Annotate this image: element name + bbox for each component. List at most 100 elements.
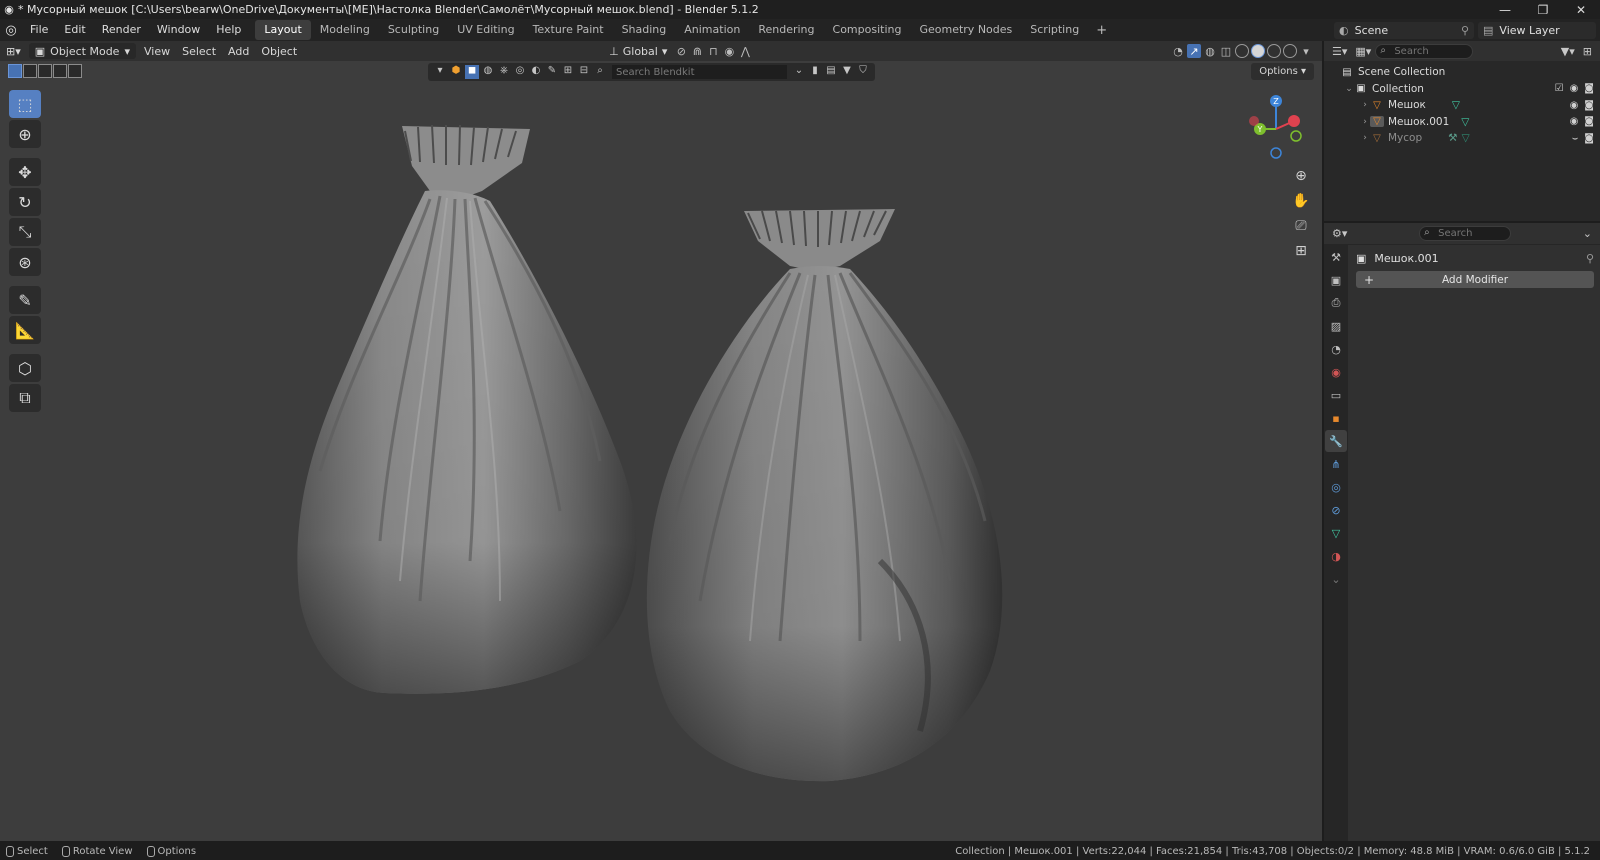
constraints-tab-icon[interactable]: ⊘ xyxy=(1325,499,1347,521)
orientation-selector[interactable]: ⊥ Global ▾ xyxy=(603,43,673,59)
tab-sculpting[interactable]: Sculpting xyxy=(379,20,448,40)
menu-view[interactable]: View xyxy=(138,43,176,59)
tab-animation[interactable]: Animation xyxy=(675,20,749,40)
menu-select[interactable]: Select xyxy=(176,43,222,59)
select-mode-intersect-icon[interactable] xyxy=(68,64,82,78)
snap-icon[interactable]: ⋒ xyxy=(690,44,704,58)
add-workspace-button[interactable]: + xyxy=(1088,23,1115,38)
annotate-tool-icon[interactable]: ✎ xyxy=(9,286,41,314)
wireframe-shading-icon[interactable] xyxy=(1235,44,1249,58)
physics-tab-icon[interactable]: ◎ xyxy=(1325,476,1347,498)
menu-render[interactable]: Render xyxy=(94,19,149,41)
mesh-data-tab-icon[interactable]: ▽ xyxy=(1325,522,1347,544)
gizmo-toggle-icon[interactable]: ↗ xyxy=(1187,44,1201,58)
tool-tab-icon[interactable]: ⚒ xyxy=(1325,246,1347,268)
pin-icon[interactable]: ⚲ xyxy=(1461,24,1469,37)
rotate-tool-icon[interactable]: ↻ xyxy=(9,188,41,216)
outliner-search-input[interactable] xyxy=(1375,43,1474,59)
layout-icon[interactable]: ▤ xyxy=(824,65,838,79)
snap-target-icon[interactable]: ⊓ xyxy=(706,44,720,58)
menu-edit[interactable]: Edit xyxy=(56,19,93,41)
eye-closed-icon[interactable]: ⌣ xyxy=(1572,133,1579,144)
addon-asset-icon[interactable]: ⊞ xyxy=(561,65,575,79)
select-mode-subtract-icon[interactable] xyxy=(38,64,52,78)
checkbox-icon[interactable]: ☑ xyxy=(1555,83,1564,94)
printable-asset-icon[interactable]: ⎈ xyxy=(497,65,511,79)
editor-type-button[interactable]: ⊞▾ xyxy=(0,43,27,59)
axis-x-handle[interactable] xyxy=(1288,115,1300,127)
menu-object[interactable]: Object xyxy=(255,43,303,59)
shield-icon[interactable]: ⛉ xyxy=(856,65,870,79)
properties-search-input[interactable] xyxy=(1419,226,1512,241)
scene-asset-icon[interactable]: ◎ xyxy=(513,65,527,79)
material-asset-icon[interactable]: ◍ xyxy=(481,65,495,79)
chevron-down-icon[interactable]: ⌄ xyxy=(1344,84,1354,94)
pivot-icon[interactable]: ⊘ xyxy=(674,44,688,58)
collection-tab-icon[interactable]: ▭ xyxy=(1325,384,1347,406)
chevron-down-icon[interactable]: ⌄ xyxy=(1583,227,1592,240)
blendkit-search-input[interactable] xyxy=(612,65,787,79)
move-tool-icon[interactable]: ✥ xyxy=(9,158,41,186)
scene-selector[interactable]: ◐ Scene ⚲ xyxy=(1334,21,1474,39)
pin-icon[interactable]: ⚲ xyxy=(1586,252,1594,265)
chevron-right-icon[interactable]: › xyxy=(1360,117,1370,127)
camera-icon[interactable]: ◙ xyxy=(1584,133,1594,144)
tab-compositing[interactable]: Compositing xyxy=(824,20,911,40)
solid-shading-icon[interactable] xyxy=(1251,44,1265,58)
tab-texture-paint[interactable]: Texture Paint xyxy=(524,20,613,40)
overlay-icon[interactable]: ◍ xyxy=(1203,44,1217,58)
close-button[interactable]: ✕ xyxy=(1562,3,1600,17)
render-tab-icon[interactable]: ▣ xyxy=(1325,269,1347,291)
menu-file[interactable]: File xyxy=(22,19,56,41)
camera-icon[interactable]: ◙ xyxy=(1584,116,1594,127)
maximize-button[interactable]: ❐ xyxy=(1524,3,1562,17)
scene-tab-icon[interactable]: ◔ xyxy=(1325,338,1347,360)
select-mode-invert-icon[interactable] xyxy=(53,64,67,78)
add-cube-tool-icon[interactable]: ⬡ xyxy=(9,354,41,382)
menu-help[interactable]: Help xyxy=(208,19,249,41)
chevron-down-icon[interactable]: ⌄ xyxy=(792,65,806,79)
mode-selector[interactable]: ▣ Object Mode ▾ xyxy=(28,43,136,59)
select-box-tool-icon[interactable]: ⬚ xyxy=(9,90,41,118)
extra-tool-icon[interactable]: ⧉ xyxy=(9,384,41,412)
nodegroup-asset-icon[interactable]: ⊟ xyxy=(577,65,591,79)
filter-icon[interactable]: ▼ xyxy=(840,65,854,79)
add-modifier-button[interactable]: + Add Modifier xyxy=(1356,271,1594,288)
display-mode-icon[interactable]: ▦▾ xyxy=(1355,45,1371,58)
object-tab-icon[interactable]: ▪ xyxy=(1325,407,1347,429)
blender-menu-icon[interactable]: ◎ xyxy=(0,23,22,38)
outliner-item-musor[interactable]: › ▽ Мусор ⚒ ▽ ⌣ ◙ xyxy=(1324,130,1600,147)
shading-options-icon[interactable]: ▾ xyxy=(1299,44,1313,58)
tab-rendering[interactable]: Rendering xyxy=(749,20,823,40)
cursor-tool-icon[interactable]: ⊕ xyxy=(9,120,41,148)
collection-row[interactable]: ⌄ ▣ Collection ☑ ◉ ◙ xyxy=(1324,81,1600,98)
select-mode-new-icon[interactable] xyxy=(8,64,22,78)
tab-geometry-nodes[interactable]: Geometry Nodes xyxy=(910,20,1021,40)
hdr-asset-icon[interactable]: ◐ xyxy=(529,65,543,79)
view-layer-tab-icon[interactable]: ▨ xyxy=(1325,315,1347,337)
eye-icon[interactable]: ◉ xyxy=(1570,116,1579,127)
camera-icon[interactable]: ◙ xyxy=(1584,100,1594,111)
tab-layout[interactable]: Layout xyxy=(255,20,311,40)
view-layer-selector[interactable]: ▤ View Layer xyxy=(1478,21,1596,39)
tab-scripting[interactable]: Scripting xyxy=(1021,20,1088,40)
rendered-shading-icon[interactable] xyxy=(1283,44,1297,58)
eye-icon[interactable]: ◉ xyxy=(1570,100,1579,111)
blendkit-menu-icon[interactable]: ▾ xyxy=(433,65,447,79)
camera-icon[interactable]: ◙ xyxy=(1584,83,1594,94)
ortho-grid-icon[interactable]: ⊞ xyxy=(1290,240,1312,262)
eye-icon[interactable]: ◉ xyxy=(1570,83,1579,94)
output-tab-icon[interactable]: ⎙ xyxy=(1325,292,1347,314)
bag-mesh-1[interactable] xyxy=(297,124,637,694)
scale-tool-icon[interactable]: ⤡ xyxy=(9,218,41,246)
scene-collection-row[interactable]: ▤ Scene Collection xyxy=(1324,64,1600,81)
editor-type-icon[interactable]: ⚙▾ xyxy=(1332,227,1347,240)
navigation-gizmo[interactable]: Z Y xyxy=(1246,91,1316,161)
visibility-icon[interactable]: ◔ xyxy=(1171,44,1185,58)
zoom-icon[interactable]: ⊕ xyxy=(1290,165,1312,187)
tab-modeling[interactable]: Modeling xyxy=(311,20,379,40)
outliner-item-meshok[interactable]: › ▽ Мешок ▽ ◉ ◙ xyxy=(1324,97,1600,114)
material-shading-icon[interactable] xyxy=(1267,44,1281,58)
chevron-right-icon[interactable]: › xyxy=(1360,100,1370,110)
chevron-right-icon[interactable]: › xyxy=(1360,133,1370,143)
